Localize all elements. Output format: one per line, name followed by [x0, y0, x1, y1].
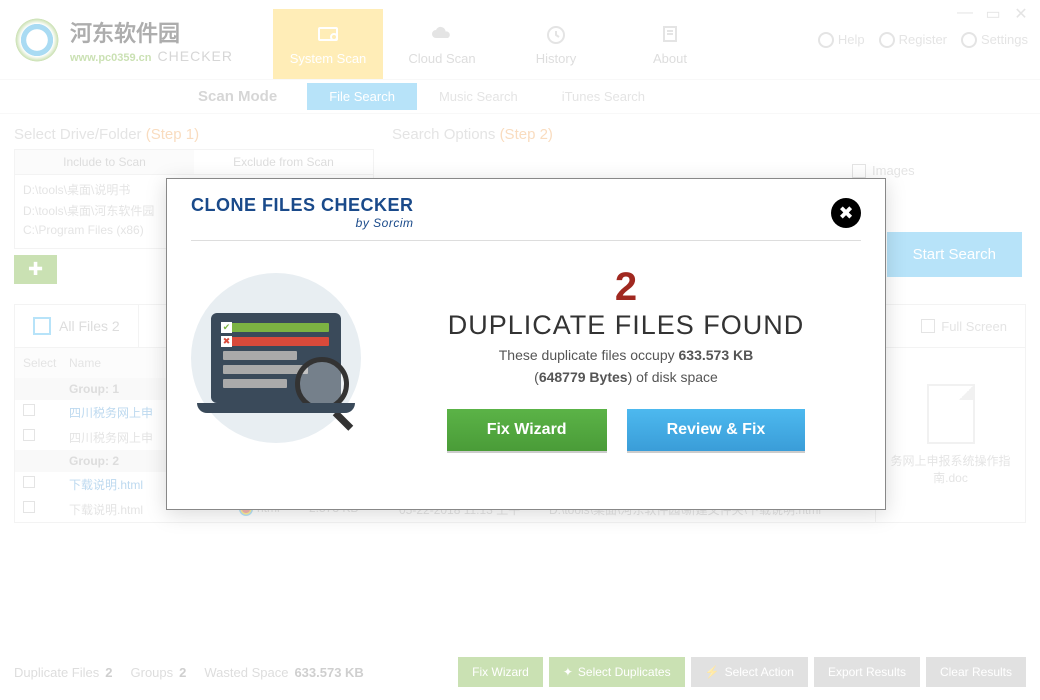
scan-icon	[314, 23, 342, 47]
minimize-button[interactable]: —	[954, 4, 976, 24]
tab-file-search[interactable]: File Search	[307, 83, 417, 110]
gear-icon	[961, 32, 977, 48]
review-fix-button[interactable]: Review & Fix	[627, 409, 806, 451]
checkbox[interactable]	[921, 319, 935, 333]
row-checkbox[interactable]	[23, 429, 35, 441]
checkbox[interactable]	[852, 164, 866, 178]
fix-wizard-button[interactable]: Fix Wizard	[458, 657, 543, 687]
document-icon	[927, 384, 975, 444]
all-files-tab[interactable]: All Files 2	[15, 305, 139, 347]
nav-system-scan[interactable]: System Scan	[273, 9, 383, 79]
step1-title: Select Drive/Folder (Step 1)	[14, 126, 374, 143]
scan-mode-label: Scan Mode	[198, 88, 277, 105]
add-path-button[interactable]: ✚	[14, 255, 57, 284]
close-button[interactable]: ✕	[1010, 4, 1032, 24]
settings-link[interactable]: Settings	[961, 32, 1028, 48]
tab-music-search[interactable]: Music Search	[417, 83, 540, 110]
clear-results-button[interactable]: Clear Results	[926, 657, 1026, 687]
brand-cn: 河东软件园	[70, 16, 233, 48]
select-duplicates-button[interactable]: ✦ Select Duplicates	[549, 657, 685, 687]
files-icon	[33, 317, 51, 335]
modal-title: CLONE FILES CHECKER by Sorcim	[191, 195, 414, 230]
help-icon	[818, 32, 834, 48]
about-icon	[656, 23, 684, 47]
results-modal: CLONE FILES CHECKER by Sorcim ✖ ✔ ✖	[166, 178, 886, 510]
modal-heading: DUPLICATE FILES FOUND	[391, 310, 861, 341]
duplicate-count: 2	[391, 265, 861, 310]
select-action-button[interactable]: ⚡ Select Action	[691, 657, 808, 687]
step2-title: Search Options (Step 2)	[392, 126, 1026, 143]
start-search-button[interactable]: Start Search	[887, 232, 1022, 277]
cloud-icon	[428, 23, 456, 47]
tab-itunes-search[interactable]: iTunes Search	[540, 83, 667, 110]
modal-close-button[interactable]: ✖	[831, 198, 861, 228]
dup-count-label: Duplicate Files2	[14, 665, 113, 680]
maximize-button[interactable]: ▭	[982, 4, 1004, 24]
modal-illustration: ✔ ✖	[191, 273, 361, 443]
group-count-label: Groups2	[131, 665, 187, 680]
row-checkbox[interactable]	[23, 404, 35, 416]
history-icon	[542, 23, 570, 47]
row-checkbox[interactable]	[23, 501, 35, 513]
brand-logo	[12, 15, 62, 65]
opt-images: Images	[872, 163, 915, 178]
user-icon	[879, 32, 895, 48]
brand-text: 河东软件园 www.pc0359.cn CHECKER	[70, 16, 233, 64]
include-tab[interactable]: Include to Scan	[15, 150, 194, 174]
exclude-tab[interactable]: Exclude from Scan	[194, 150, 373, 174]
nav-history[interactable]: History	[501, 9, 611, 79]
magnifier-icon	[295, 357, 349, 411]
preview-filename: 务网上申报系统操作指南.doc	[884, 452, 1017, 486]
bytes-text: (648779 Bytes) of disk space	[391, 369, 861, 385]
status-bar: Duplicate Files2 Groups2 Wasted Space633…	[14, 654, 1026, 690]
wasted-space-label: Wasted Space633.573 KB	[204, 665, 363, 680]
row-checkbox[interactable]	[23, 476, 35, 488]
help-link[interactable]: Help	[818, 32, 865, 48]
brand-url: www.pc0359.cn	[70, 52, 152, 64]
brand-app: CHECKER	[158, 48, 233, 64]
occupy-text: These duplicate files occupy 633.573 KB	[391, 347, 861, 363]
fix-wizard-modal-button[interactable]: Fix Wizard	[447, 409, 607, 451]
titlebar: 河东软件园 www.pc0359.cn CHECKER System Scan …	[0, 0, 1040, 80]
preview-pane: 务网上申报系统操作指南.doc	[876, 348, 1026, 523]
export-results-button[interactable]: Export Results	[814, 657, 920, 687]
nav-about[interactable]: About	[615, 9, 725, 79]
fullscreen-toggle[interactable]: Full Screen	[903, 319, 1025, 334]
nav-cloud-scan[interactable]: Cloud Scan	[387, 9, 497, 79]
register-link[interactable]: Register	[879, 32, 947, 48]
